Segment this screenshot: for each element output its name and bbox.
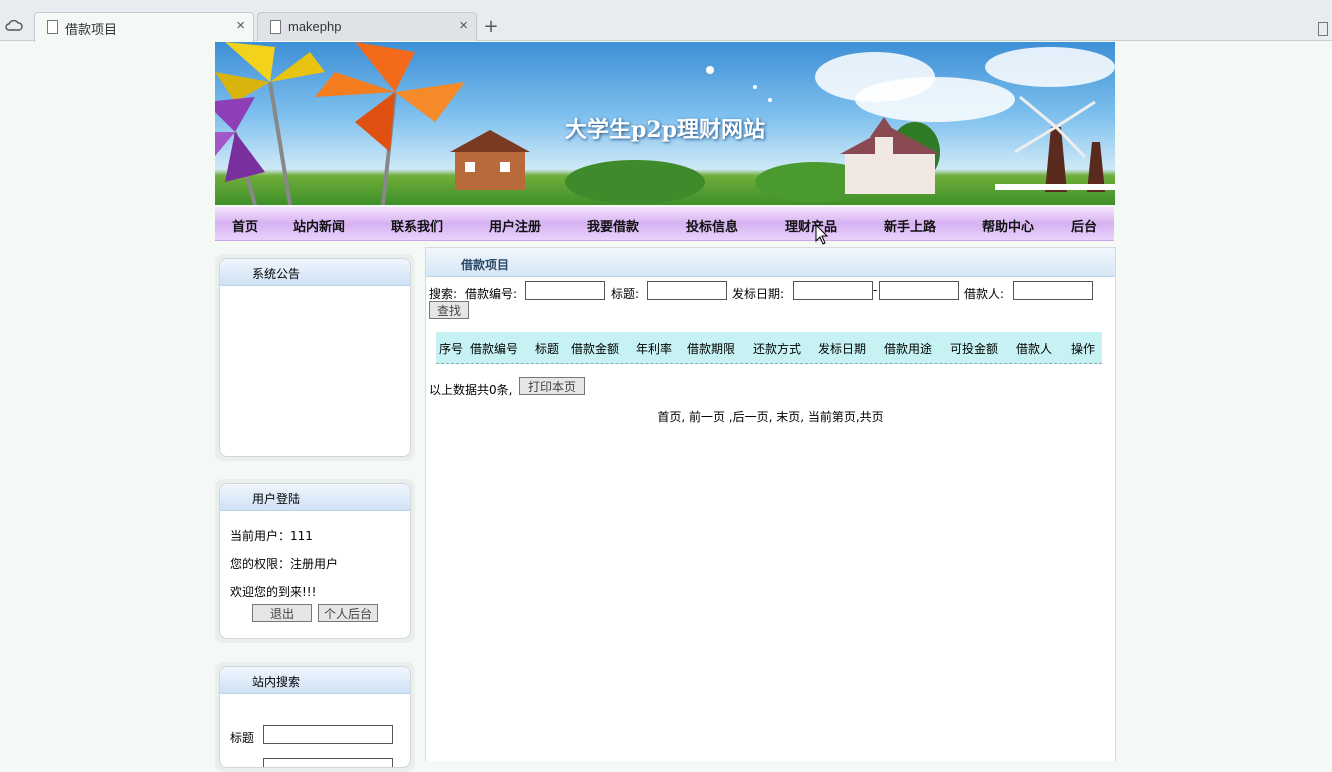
nav-item-home[interactable]: 首页 (232, 216, 258, 235)
col-index: 序号 (439, 342, 464, 356)
window-menu-icon[interactable] (1318, 22, 1328, 36)
nav-item-admin[interactable]: 后台 (1071, 216, 1097, 235)
close-icon[interactable]: × (459, 17, 468, 34)
date-from-input[interactable] (793, 281, 873, 300)
find-button[interactable]: 查找 (429, 301, 469, 319)
browser-tab-bar: 借款项目 × makephp × + (0, 6, 1332, 42)
record-count-text: 以上数据共0条, (429, 383, 513, 397)
site-search-title-input[interactable] (263, 725, 393, 744)
loan-no-input[interactable] (525, 281, 605, 300)
col-available: 可投金额 (950, 342, 999, 356)
search-prefix: 搜索: (429, 287, 458, 301)
title-label: 标题: (611, 287, 640, 301)
main-header: 借款项目 (426, 248, 1115, 277)
col-loan-no: 借款编号 (470, 342, 519, 356)
loan-table-header: 序号 借款编号 标题 借款金额 年利率 借款期限 还款方式 发标日期 借款用途 … (436, 332, 1102, 364)
date-to-input[interactable] (879, 281, 959, 300)
tab-title: 借款项目 (65, 22, 118, 37)
main-nav: 首页 站内新闻 联系我们 用户注册 我要借款 投标信息 理财产品 新手上路 帮助… (215, 207, 1114, 241)
nav-item-register[interactable]: 用户注册 (489, 216, 541, 235)
nav-item-bid-info[interactable]: 投标信息 (686, 216, 738, 235)
col-action: 操作 (1071, 342, 1096, 356)
login-panel: 用户登陆 当前用户：111 您的权限：注册用户 欢迎您的到来!!! 退出 个人后… (215, 479, 415, 643)
notice-panel: 系统公告 (215, 254, 415, 461)
main-title: 借款项目 (461, 258, 510, 272)
col-publish-date: 发标日期 (818, 342, 867, 356)
logout-button[interactable]: 退出 (252, 604, 312, 622)
page-icon (270, 20, 281, 34)
site-banner: 大学生p2p理财网站 (215, 42, 1115, 205)
date-label: 发标日期: (732, 287, 785, 301)
tab-title: makephp (288, 19, 342, 34)
welcome-text: 欢迎您的到来!!! (230, 585, 317, 599)
nav-item-borrow[interactable]: 我要借款 (587, 216, 639, 235)
login-title: 用户登陆 (252, 492, 301, 506)
cloud-icon[interactable] (5, 18, 23, 32)
col-borrower: 借款人 (1016, 342, 1053, 356)
personal-center-button[interactable]: 个人后台 (318, 604, 378, 622)
col-amount: 借款金额 (571, 342, 620, 356)
nav-item-contact[interactable]: 联系我们 (391, 216, 443, 235)
site-search-header: 站内搜索 (220, 667, 410, 694)
pagination[interactable]: 首页, 前一页 ,后一页, 末页, 当前第页,共页 (426, 408, 1115, 425)
main-content: 借款项目 搜索: 借款编号: 标题: 发标日期: - 借款人: 查找 序号 借款… (425, 247, 1116, 761)
nav-item-news[interactable]: 站内新闻 (293, 216, 345, 235)
col-purpose: 借款用途 (884, 342, 933, 356)
borrower-input[interactable] (1013, 281, 1093, 300)
borrower-label: 借款人: (964, 287, 1005, 301)
site-title: 大学生p2p理财网站 (564, 117, 766, 143)
col-rate: 年利率 (636, 342, 673, 356)
title-input[interactable] (647, 281, 727, 300)
page-icon (47, 20, 58, 34)
site-search-title: 站内搜索 (252, 675, 301, 689)
col-term: 借款期限 (687, 342, 736, 356)
close-icon[interactable]: × (236, 17, 245, 34)
mouse-cursor-icon (815, 224, 829, 245)
col-repay-method: 还款方式 (753, 342, 802, 356)
nav-item-beginner[interactable]: 新手上路 (884, 216, 936, 235)
tab-loan-projects[interactable]: 借款项目 × (34, 12, 254, 42)
date-separator: - (873, 283, 878, 297)
tab-makephp[interactable]: makephp × (257, 12, 477, 41)
permission-text: 您的权限：注册用户 (230, 557, 339, 571)
nav-item-products[interactable]: 理财产品 (785, 216, 837, 235)
notice-header: 系统公告 (220, 259, 410, 286)
nav-item-help[interactable]: 帮助中心 (982, 216, 1034, 235)
loan-no-label: 借款编号: (465, 287, 518, 301)
notice-title: 系统公告 (252, 267, 301, 281)
site-search-panel: 站内搜索 标题 (215, 662, 415, 772)
login-header: 用户登陆 (220, 484, 410, 511)
new-tab-button[interactable]: + (480, 16, 502, 38)
print-button[interactable]: 打印本页 (519, 377, 585, 395)
current-user-text: 当前用户：111 (230, 529, 313, 543)
col-title: 标题 (535, 342, 560, 356)
search-title-label: 标题 (230, 731, 255, 745)
